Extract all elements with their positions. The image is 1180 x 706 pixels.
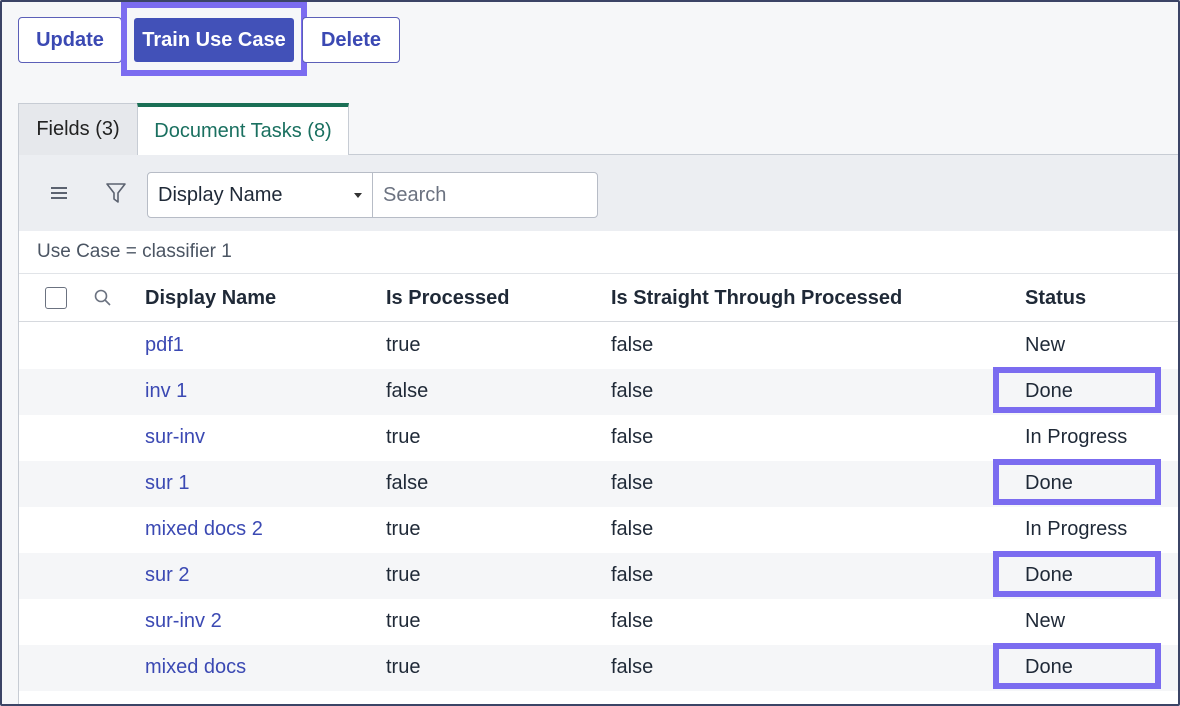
row-status: In Progress (1025, 426, 1128, 448)
row-display-name-link[interactable]: sur-inv 2 (145, 610, 222, 633)
divider (19, 273, 1178, 274)
row-is-processed: true (386, 610, 421, 632)
column-header-is-processed[interactable]: Is Processed (386, 287, 509, 310)
app-frame: Update Train Use Case Delete Fields (3) … (0, 0, 1180, 706)
train-use-case-button[interactable]: Train Use Case (134, 18, 294, 62)
tab-fields[interactable]: Fields (3) (18, 103, 138, 155)
status-highlight-box (993, 643, 1161, 689)
row-is-processed: false (386, 472, 429, 494)
table-row: mixed docs true false Done (19, 643, 1178, 691)
filter-bar: Display Name (19, 155, 1178, 231)
status-highlight-box (993, 551, 1161, 597)
row-status: In Progress (1025, 518, 1128, 540)
field-select-value: Display Name (158, 183, 283, 206)
row-is-processed: true (386, 656, 421, 678)
field-select[interactable]: Display Name (147, 172, 373, 218)
row-is-processed: false (386, 380, 429, 402)
train-highlight-box: Train Use Case (121, 2, 307, 76)
row-is-stp: false (611, 564, 654, 586)
table-row: inv 1 false false Done (19, 367, 1178, 415)
table-row: sur 1 false false Done (19, 459, 1178, 507)
select-all-checkbox[interactable] (45, 287, 67, 309)
filter-icon[interactable] (105, 181, 127, 205)
search-input[interactable] (372, 172, 598, 218)
table-row: sur 2 true false Done (19, 551, 1178, 599)
status-highlight-box (993, 367, 1161, 413)
row-display-name-link[interactable]: inv 1 (145, 380, 187, 403)
row-display-name-link[interactable]: mixed docs (145, 656, 246, 679)
row-display-name-link[interactable]: sur 2 (145, 564, 189, 587)
column-header-straight-through[interactable]: Is Straight Through Processed (611, 287, 902, 310)
row-display-name-link[interactable]: mixed docs 2 (145, 518, 263, 541)
column-header-display-name[interactable]: Display Name (145, 287, 276, 310)
row-display-name-link[interactable]: sur-inv (145, 426, 205, 449)
row-is-processed: true (386, 426, 421, 448)
row-is-stp: false (611, 334, 654, 356)
search-icon[interactable] (93, 288, 113, 308)
update-button[interactable]: Update (18, 17, 122, 63)
status-highlight-box (993, 459, 1161, 505)
table-row: mixed docs 2 true false In Progress (19, 507, 1178, 553)
list-panel: Display Name Use Case = classifier 1 Dis… (18, 155, 1178, 704)
table-row: sur-inv 2 true false New (19, 599, 1178, 645)
row-is-stp: false (611, 656, 654, 678)
row-status: New (1025, 334, 1066, 356)
delete-button[interactable]: Delete (302, 17, 400, 63)
breadcrumb[interactable]: Use Case = classifier 1 (37, 241, 232, 263)
menu-icon[interactable] (49, 185, 69, 201)
row-display-name-link[interactable]: pdf1 (145, 334, 184, 357)
row-is-processed: true (386, 564, 421, 586)
row-is-stp: false (611, 426, 654, 448)
row-is-stp: false (611, 472, 654, 494)
column-header-status[interactable]: Status (1025, 287, 1086, 310)
row-is-processed: true (386, 518, 421, 540)
row-is-processed: true (386, 334, 421, 356)
header-divider (19, 321, 1178, 322)
tab-document-tasks[interactable]: Document Tasks (8) (137, 103, 349, 156)
row-is-stp: false (611, 610, 654, 632)
table-row: pdf1 true false New (19, 323, 1178, 369)
table-row: sur-inv true false In Progress (19, 415, 1178, 461)
chevron-down-icon (354, 193, 362, 198)
row-status: New (1025, 610, 1066, 632)
row-is-stp: false (611, 380, 654, 402)
row-display-name-link[interactable]: sur 1 (145, 472, 189, 495)
row-is-stp: false (611, 518, 654, 540)
